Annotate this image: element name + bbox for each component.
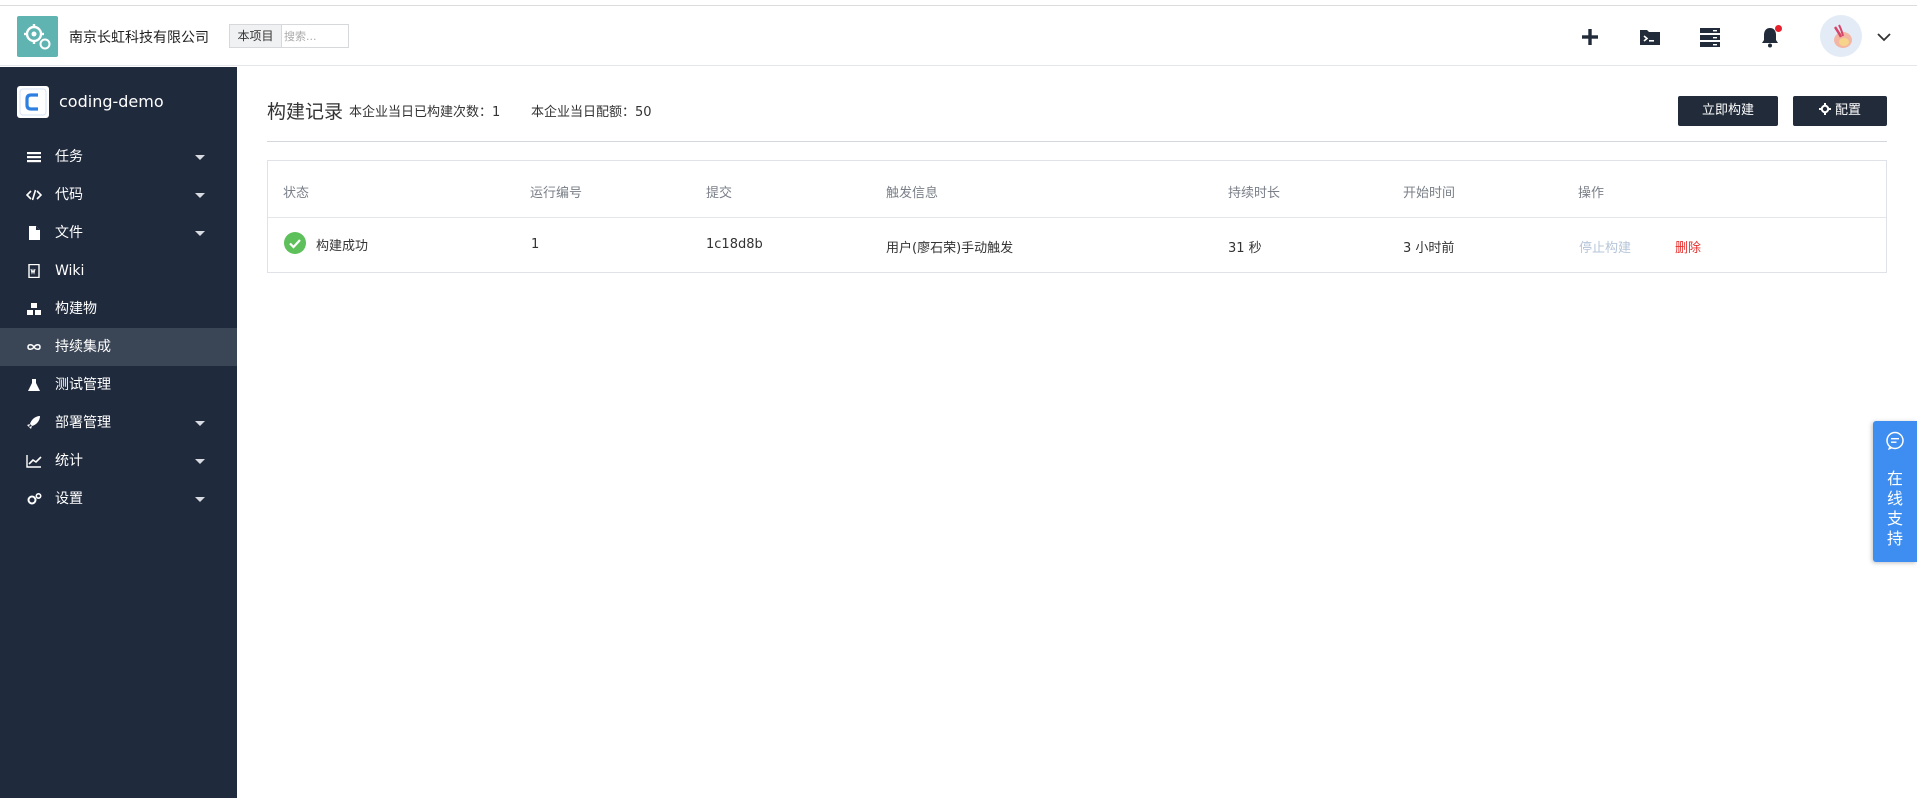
caret-down-icon [195, 231, 205, 236]
company-logo[interactable] [17, 16, 58, 57]
build-status[interactable]: 构建成功 [316, 235, 368, 254]
wiki-icon [28, 264, 40, 278]
column-header-start-time: 开始时间 [1403, 186, 1456, 201]
project-logo-icon [19, 88, 47, 116]
notification-dot [1775, 25, 1782, 32]
terminal-folder-icon [1640, 30, 1660, 45]
gears-logo-icon [24, 24, 51, 50]
config-label: 配置 [1834, 103, 1861, 118]
sidebar-item-settings[interactable]: 设置 [0, 480, 237, 518]
sidebar-item-label: 统计 [55, 453, 83, 469]
company-name[interactable]: 南京长虹科技有限公司 [69, 27, 209, 47]
infinity-icon [27, 344, 41, 350]
flask-icon [28, 379, 40, 391]
sidebar-item-code[interactable]: 代码 [0, 176, 237, 214]
avatar-image-icon [1820, 15, 1862, 57]
sidebar-item-files[interactable]: 文件 [0, 214, 237, 252]
rocket-icon [27, 416, 40, 429]
sidebar-item-label: 持续集成 [55, 339, 111, 355]
project-icon [17, 86, 49, 118]
chart-icon [26, 455, 42, 468]
build-now-button[interactable]: 立即构建 [1678, 96, 1778, 126]
commit-hash[interactable]: 1c18d8b [706, 237, 763, 252]
create-button[interactable] [1578, 25, 1602, 49]
support-label-char: 线 [1886, 489, 1903, 508]
sidebar-item-label: 测试管理 [55, 377, 111, 393]
sidebar-item-label: 构建物 [55, 301, 97, 317]
chevron-down-icon[interactable] [1877, 32, 1891, 42]
sidebar-nav: 任务 代码 文件 Wiki 构建物 持续集成 测试管理 部署管理 统计 设置 [0, 138, 237, 518]
sidebar-item-tasks[interactable]: 任务 [0, 138, 237, 176]
online-support-button[interactable]: 在 线 支 持 [1873, 421, 1917, 562]
sidebar-item-label: Wiki [55, 263, 85, 279]
search-scope-select[interactable]: 本项目 [230, 25, 282, 47]
header-divider [267, 141, 1887, 142]
sidebar-item-ci[interactable]: 持续集成 [0, 328, 237, 366]
build-now-label: 立即构建 [1701, 103, 1754, 118]
check-icon [289, 239, 301, 249]
check-circle-icon [284, 232, 306, 254]
delete-build-link[interactable]: 删除 [1675, 237, 1701, 256]
chat-bubble-icon [1886, 431, 1904, 450]
online-support-label: 在 线 支 持 [1873, 469, 1917, 549]
build-start-time: 3 小时前 [1403, 241, 1455, 256]
top-header: 南京长虹科技有限公司 本项目 [0, 6, 1917, 66]
support-label-char: 支 [1886, 509, 1903, 528]
sidebar-item-label: 文件 [55, 225, 83, 241]
terminal-button[interactable] [1638, 25, 1662, 49]
caret-down-icon [195, 193, 205, 198]
caret-down-icon [195, 459, 205, 464]
sidebar-item-statistics[interactable]: 统计 [0, 442, 237, 480]
daily-build-count: 本企业当日已构建次数：1 [349, 105, 501, 120]
sidebar-item-wiki[interactable]: Wiki [0, 252, 237, 290]
sidebar-item-label: 设置 [55, 491, 83, 507]
column-header-duration: 持续时长 [1228, 186, 1281, 201]
column-header-run-number: 运行编号 [530, 186, 583, 201]
search-box[interactable]: 本项目 [229, 24, 349, 48]
sidebar-item-label: 代码 [55, 187, 83, 203]
gear-icon [1818, 103, 1831, 115]
list-icon [27, 152, 41, 163]
column-header-commit: 提交 [706, 186, 733, 201]
table-row-divider [268, 217, 1886, 218]
sidebar-item-deploy[interactable]: 部署管理 [0, 404, 237, 442]
column-header-actions: 操作 [1578, 186, 1605, 201]
sidebar-item-artifacts[interactable]: 构建物 [0, 290, 237, 328]
notifications-button[interactable] [1758, 25, 1782, 49]
column-header-trigger: 触发信息 [886, 186, 939, 201]
sidebar: coding-demo 任务 代码 文件 Wiki 构建物 持续集成 测试管理 … [0, 67, 237, 798]
daily-build-quota: 本企业当日配额：50 [531, 105, 652, 120]
build-records-table: 状态 运行编号 提交 触发信息 持续时长 开始时间 操作 构建成功 1 1c18… [267, 160, 1887, 273]
server-icon [1700, 28, 1720, 47]
support-label-char: 持 [1886, 529, 1903, 548]
server-button[interactable] [1698, 25, 1722, 49]
file-icon [29, 226, 40, 240]
sidebar-item-testing[interactable]: 测试管理 [0, 366, 237, 404]
trigger-info: 用户(廖石荣)手动触发 [886, 241, 1014, 256]
sidebar-item-label: 任务 [55, 149, 83, 165]
caret-down-icon [195, 421, 205, 426]
column-header-status: 状态 [283, 186, 310, 201]
run-number[interactable]: 1 [531, 237, 539, 252]
search-input[interactable] [284, 26, 346, 46]
config-button[interactable]: 配置 [1793, 96, 1887, 126]
artifact-icon [27, 303, 41, 315]
stop-build-link[interactable]: 停止构建 [1579, 237, 1631, 256]
sidebar-item-label: 部署管理 [55, 415, 111, 431]
build-duration: 31 秒 [1228, 241, 1262, 256]
user-avatar[interactable] [1820, 15, 1862, 57]
caret-down-icon [195, 497, 205, 502]
page-title: 构建记录 [267, 101, 344, 123]
plus-icon [1582, 29, 1598, 45]
caret-down-icon [195, 155, 205, 160]
gear-icon [27, 492, 42, 505]
code-icon [26, 189, 42, 201]
support-label-char: 在 [1886, 469, 1903, 488]
project-name: coding-demo [59, 92, 164, 111]
